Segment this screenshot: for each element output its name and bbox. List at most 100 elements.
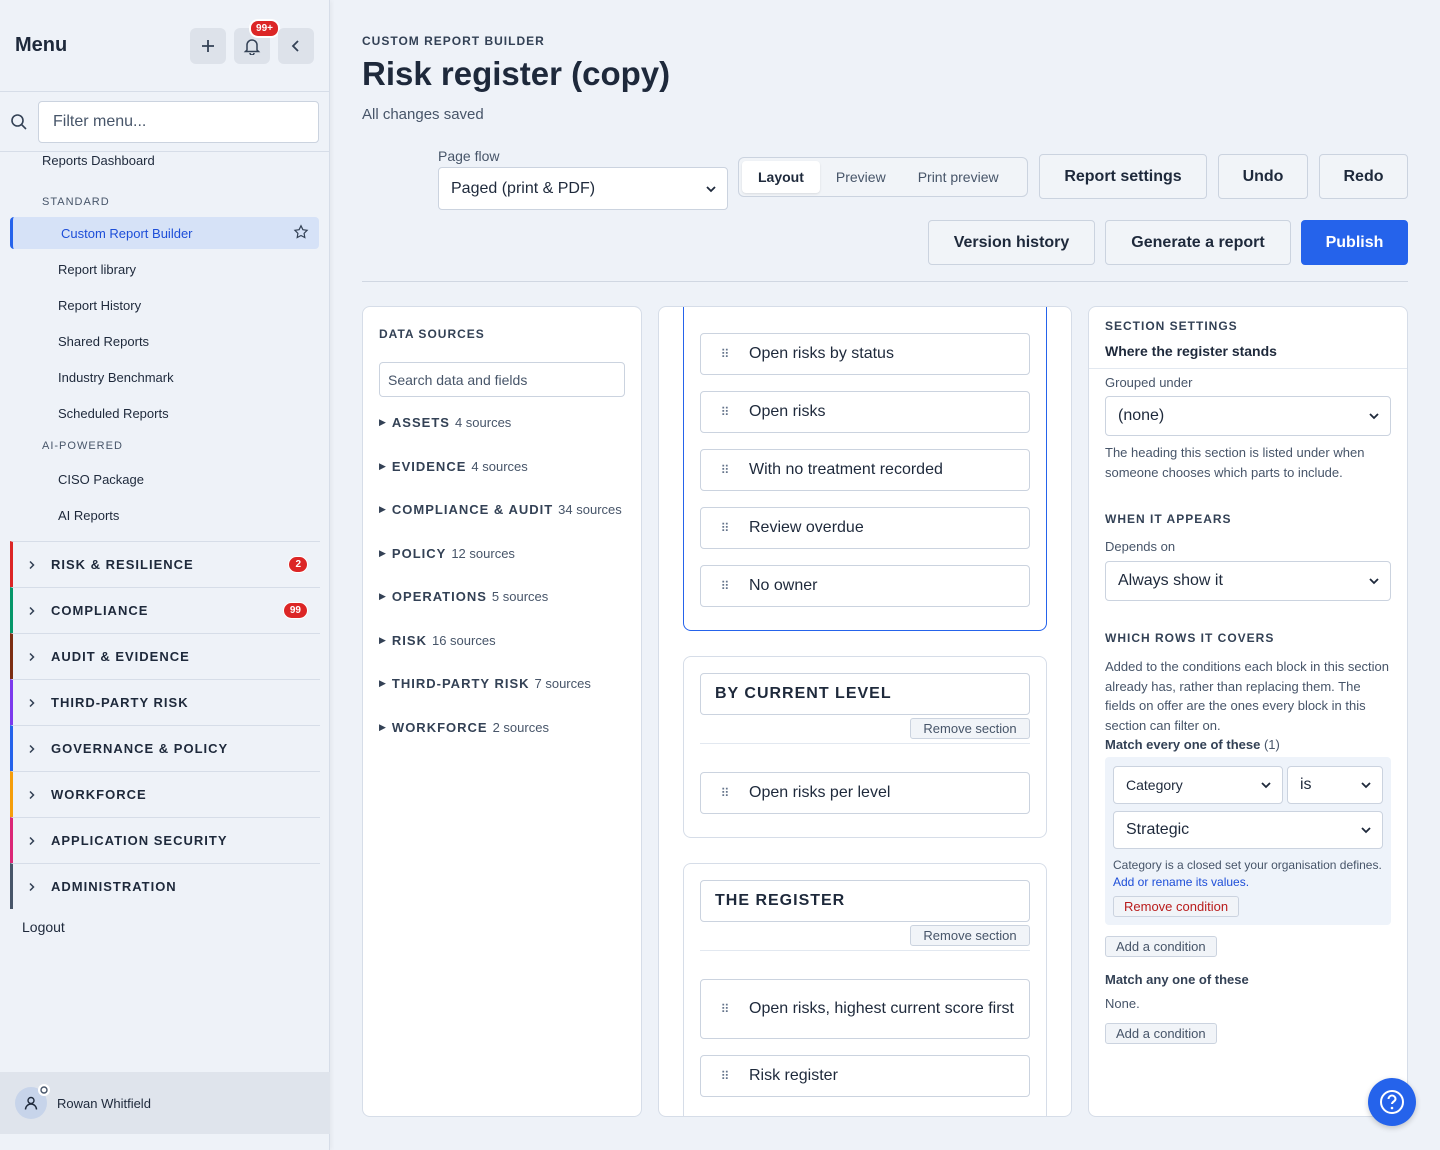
selected-section-card[interactable]: ⠿ Open risks by status ⠿ Open risks ⠿ With no…	[683, 307, 1047, 631]
drag-handle-icon[interactable]: ⠿	[701, 579, 749, 593]
section-title[interactable]: THE REGISTER	[700, 880, 1030, 922]
sidebar-item-ai-reports[interactable]: AI Reports	[0, 497, 329, 533]
data-source-group[interactable]: ▶ EVIDENCE 4 sources	[379, 459, 528, 474]
section-card-by-current-level[interactable]: BY CURRENT LEVEL Remove section ⠿ Open r…	[683, 656, 1047, 838]
page-flow-select[interactable]: Paged (print & PDF)	[438, 167, 728, 210]
data-source-group[interactable]: ▶ THIRD-PARTY RISK 7 sources	[379, 676, 591, 691]
sidebar-item-industry-benchmark[interactable]: Industry Benchmark	[0, 359, 329, 395]
sidebar-section-label: ADMINISTRATION	[51, 879, 177, 894]
report-block[interactable]: ⠿ Open risks by status	[700, 333, 1030, 375]
publish-button[interactable]: Publish	[1301, 220, 1408, 265]
data-source-group[interactable]: ▶ WORKFORCE 2 sources	[379, 720, 549, 735]
sidebar-header: Menu 99+	[0, 0, 329, 92]
group-label-ai-powered: AI-POWERED	[42, 440, 123, 452]
report-block[interactable]: ⠿ Open risks	[700, 391, 1030, 433]
add-button[interactable]	[190, 27, 226, 64]
data-source-group[interactable]: ▶ RISK 16 sources	[379, 633, 496, 648]
sidebar-section-risk-resilience[interactable]: RISK & RESILIENCE 2	[10, 541, 320, 587]
generate-report-button[interactable]: Generate a report	[1105, 220, 1291, 265]
chevron-right-icon	[27, 744, 37, 754]
notifications-button[interactable]: 99+	[234, 18, 280, 64]
condition-operator-select[interactable]: is	[1287, 766, 1383, 804]
data-source-group[interactable]: ▶ ASSETS 4 sources	[379, 415, 511, 430]
grouped-under-select[interactable]: (none)	[1105, 396, 1391, 436]
block-label: Open risks per level	[749, 784, 891, 801]
data-source-group[interactable]: ▶ POLICY 12 sources	[379, 546, 515, 561]
add-condition-button-any[interactable]: Add a condition	[1105, 1023, 1217, 1044]
drag-handle-icon[interactable]: ⠿	[701, 463, 749, 477]
section-card-the-register[interactable]: THE REGISTER Remove section ⠿ Open risks…	[683, 863, 1047, 1116]
data-search-input[interactable]	[379, 362, 625, 397]
sidebar-section-audit-evidence[interactable]: AUDIT & EVIDENCE	[10, 633, 320, 679]
notification-count-badge: 99+	[249, 18, 280, 38]
sidebar-section-compliance[interactable]: COMPLIANCE 99	[10, 587, 320, 633]
reports-dashboard-link[interactable]: Reports Dashboard	[0, 153, 329, 168]
sidebar-item-custom-report-builder[interactable]: Custom Report Builder	[10, 217, 319, 249]
data-source-group[interactable]: ▶ OPERATIONS 5 sources	[379, 589, 548, 604]
data-source-count: 2 sources	[492, 720, 549, 735]
grouped-under-label: Grouped under	[1105, 375, 1193, 390]
group-label-standard: STANDARD	[42, 196, 110, 208]
report-block[interactable]: ⠿ Risk register	[700, 1055, 1030, 1097]
sidebar-item-report-library[interactable]: Report library	[0, 251, 329, 287]
add-condition-button[interactable]: Add a condition	[1105, 936, 1217, 957]
depends-on-value: Always show it	[1118, 572, 1223, 589]
sidebar-section-administration[interactable]: ADMINISTRATION	[10, 863, 320, 909]
depends-on-select[interactable]: Always show it	[1105, 561, 1391, 601]
avatar	[15, 1084, 50, 1119]
report-block[interactable]: ⠿ No owner	[700, 565, 1030, 607]
report-settings-button[interactable]: Report settings	[1039, 154, 1207, 199]
section-title[interactable]: BY CURRENT LEVEL	[700, 673, 1030, 715]
tab-preview[interactable]: Preview	[820, 161, 902, 193]
data-source-name: RISK	[391, 633, 427, 648]
condition-value-select[interactable]: Strategic	[1113, 811, 1383, 849]
data-source-count: 4 sources	[471, 459, 528, 474]
remove-section-button[interactable]: Remove section	[910, 718, 1030, 739]
data-source-count: 16 sources	[431, 633, 496, 648]
data-source-count: 7 sources	[534, 676, 591, 691]
sidebar-section-governance-policy[interactable]: GOVERNANCE & POLICY	[10, 725, 320, 771]
drag-handle-icon[interactable]: ⠿	[701, 1002, 749, 1016]
sidebar-section-label: THIRD-PARTY RISK	[51, 695, 189, 710]
star-icon[interactable]	[293, 224, 309, 240]
collapse-sidebar-button[interactable]	[278, 27, 314, 64]
report-block[interactable]: ⠿ Open risks, highest current score firs…	[700, 979, 1030, 1039]
help-button[interactable]	[1368, 1078, 1416, 1126]
drag-handle-icon[interactable]: ⠿	[701, 521, 749, 535]
remove-section-button[interactable]: Remove section	[910, 925, 1030, 946]
match-any-label: Match any one of these	[1105, 972, 1249, 987]
add-rename-values-link[interactable]: Add or rename its values.	[1113, 875, 1249, 889]
drag-handle-icon[interactable]: ⠿	[701, 1069, 749, 1083]
user-profile[interactable]: Rowan Whitfield	[0, 1072, 330, 1134]
sidebar-section-workforce[interactable]: WORKFORCE	[10, 771, 320, 817]
remove-condition-button[interactable]: Remove condition	[1113, 896, 1240, 917]
sidebar-item-scheduled-reports[interactable]: Scheduled Reports	[0, 395, 329, 431]
report-block[interactable]: ⠿ Open risks per level	[700, 772, 1030, 814]
condition-field-select[interactable]: Category	[1113, 766, 1283, 804]
sidebar-item-ciso-package[interactable]: CISO Package	[0, 461, 329, 497]
drag-handle-icon[interactable]: ⠿	[701, 405, 749, 419]
block-label: Open risks	[749, 403, 826, 420]
sidebar-item-report-history[interactable]: Report History	[0, 287, 329, 323]
grouped-under-value: (none)	[1118, 407, 1165, 424]
version-history-button[interactable]: Version history	[928, 220, 1095, 265]
bell-icon	[243, 38, 261, 55]
data-source-group[interactable]: ▶ COMPLIANCE & AUDIT 34 sources	[379, 502, 622, 517]
logout-link[interactable]: Logout	[0, 909, 329, 945]
filter-menu-input[interactable]	[38, 100, 319, 143]
page-flow-label: Page flow	[438, 148, 500, 164]
drag-handle-icon[interactable]: ⠿	[701, 786, 749, 800]
sidebar-section-third-party-risk[interactable]: THIRD-PARTY RISK	[10, 679, 320, 725]
drag-handle-icon[interactable]: ⠿	[701, 347, 749, 361]
redo-button[interactable]: Redo	[1319, 154, 1408, 199]
match-any-none: None.	[1105, 996, 1140, 1011]
chevron-right-icon	[27, 652, 37, 662]
tab-print-preview[interactable]: Print preview	[902, 161, 1015, 193]
sidebar-section-application-security[interactable]: APPLICATION SECURITY	[10, 817, 320, 863]
report-block[interactable]: ⠿ Review overdue	[700, 507, 1030, 549]
tab-layout[interactable]: Layout	[742, 161, 820, 193]
report-block[interactable]: ⠿ With no treatment recorded	[700, 449, 1030, 491]
undo-button[interactable]: Undo	[1218, 154, 1308, 199]
sidebar-item-shared-reports[interactable]: Shared Reports	[0, 323, 329, 359]
chevron-right-icon	[27, 882, 37, 892]
